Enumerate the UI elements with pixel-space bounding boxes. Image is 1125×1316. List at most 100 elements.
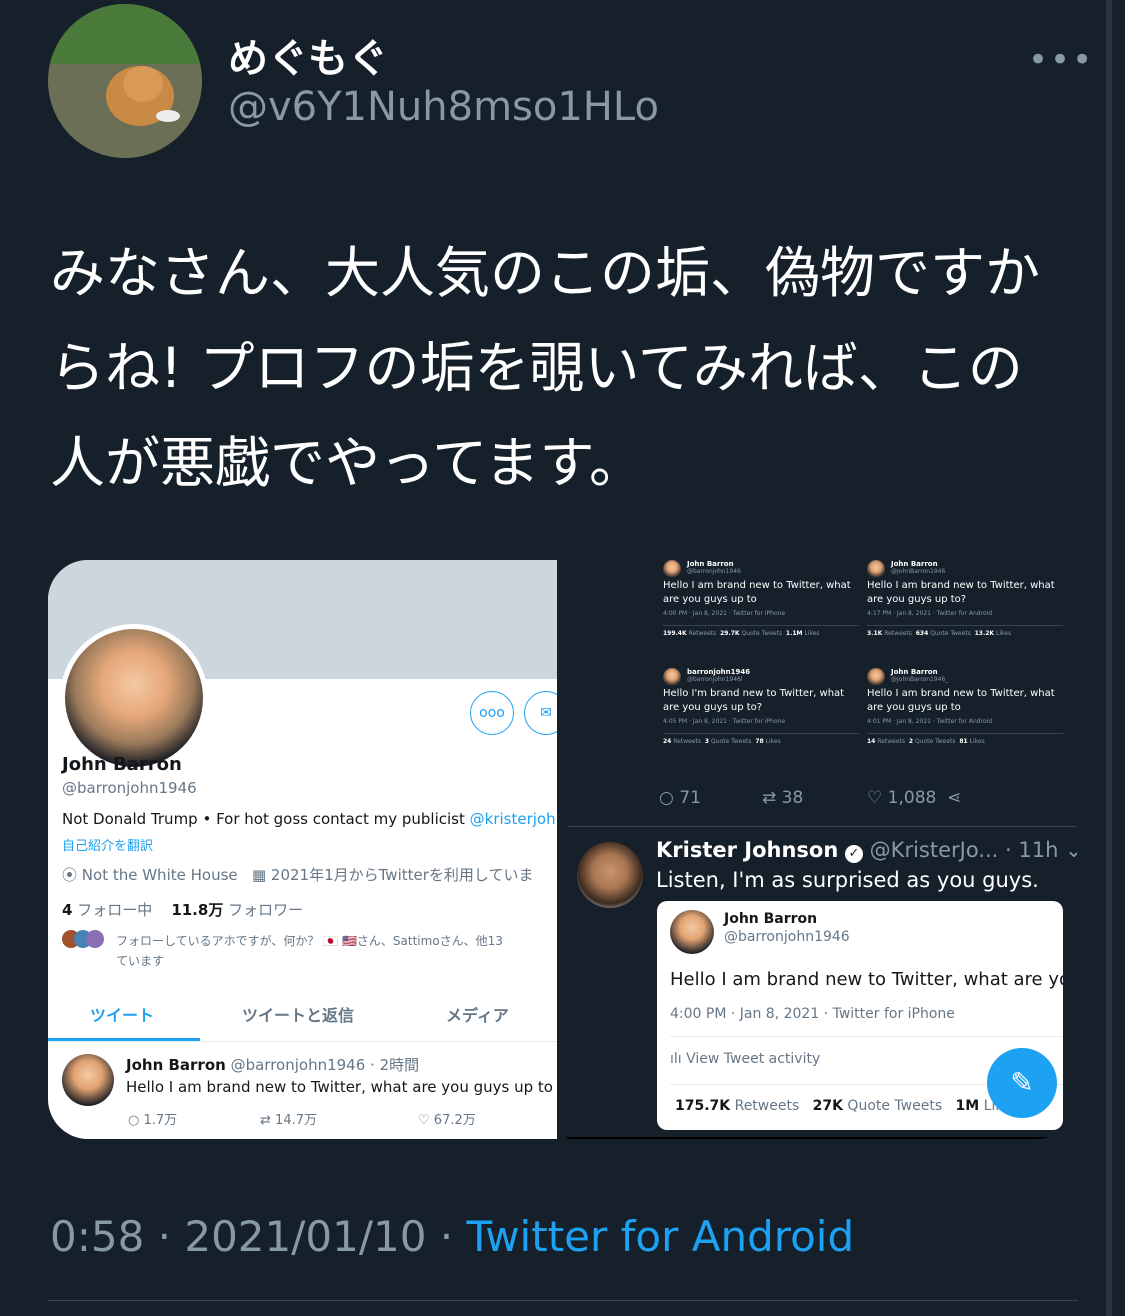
profile-handle: @barronjohn1946 [62,779,197,797]
krister-handle: @KristerJo... [869,838,999,862]
grid-meta: 4:17 PM · Jan 8, 2021 · Twitter for Andr… [867,610,993,617]
followed-by: フォローしているアホですが、何か？ 🇯🇵 🇺🇸さん、Sattimoさん、他13 [116,934,503,948]
reply-icon: ○ [659,788,674,808]
krister-text: Listen, I'm as surprised as you guys. [656,868,1039,892]
compose-tweet-icon: ✎ [987,1048,1057,1118]
grid-actions: ○ 71 [659,788,701,808]
grid-avatar [867,668,885,686]
retweet-count: 14.7万 [275,1113,317,1128]
reply-icon: ○ [128,1113,140,1128]
profile-bio-text: Not Donald Trump • For hot goss contact … [62,810,465,828]
author-avatar[interactable] [48,4,202,158]
tweet-avatar [62,1054,114,1106]
profile-tweet-text: Hello I am brand new to Twitter, what ar… [126,1078,553,1096]
following-label: フォロー中 [77,901,153,919]
location-icon: ⦿ [62,866,78,884]
tweet-author-handle: @barronjohn1946 · 2時間 [230,1056,420,1074]
grid-tweet-1: John Barron @barronjohn1946 Hello I am br… [663,560,859,637]
follower-avatars [62,930,106,948]
grid-text: Hello I am brand new to Twitter, what ar… [867,688,1055,713]
krister-avatar [577,842,643,908]
mail-icon: ✉ [524,691,557,735]
grid-meta: 4:05 PM · Jan 8, 2021 · Twitter for iPho… [663,718,786,725]
grid-stats: 199.4K Retweets 29.7K Quote Tweets 1.1M … [663,625,859,637]
grid-handle: @barronjohn1946 [687,568,741,575]
reply-count: 1.7万 [143,1113,178,1128]
krister-header: Krister Johnson ✓ @KristerJo... · 11h ⌄ [656,838,1077,863]
profile-bio: Not Donald Trump • For hot goss contact … [62,810,557,828]
reply-count: 71 [679,788,701,808]
cat-photo [48,4,202,158]
grid-meta: 4:00 PM · Jan 8, 2021 · Twitter for iPho… [663,610,786,617]
tweet-actions: ○ 1.7万 [128,1109,177,1128]
profile-screenshot-image[interactable]: ooo ✉ John Barron @barronjohn1946 Not Do… [48,560,557,1139]
followers-label: フォロワー [228,901,304,919]
grid-stats: 24 Retweets 3 Quote Tweets 78 Likes [663,733,859,745]
tweet-author-name: John Barron [126,1056,226,1074]
profile-name: John Barron [62,754,182,775]
bar-chart-icon: ılı [670,1051,682,1067]
chevron-down-icon: ⌄ [1065,838,1077,862]
tweet-footer: 0:58 · 2021/01/10 · Twitter for Android [50,1212,854,1261]
grid-handle: @JohnBarron1946_ [891,676,949,683]
divider [48,1300,1078,1301]
tweet-activity: ılı View Tweet activity [670,1051,820,1067]
divider [567,826,1077,827]
grid-meta: 4:01 PM · Jan 8, 2021 · Twitter for Andr… [867,718,993,725]
grid-tweet-4: John Barron @JohnBarron1946_ Hello I am b… [867,668,1063,745]
following-count: 4 [62,901,73,919]
quoted-avatar [670,910,714,954]
grid-avatar [867,560,885,578]
krister-time: · 11h [1005,838,1059,862]
tweet-source-link[interactable]: Twitter for Android [467,1212,855,1261]
grid-text: Hello I am brand new to Twitter, what ar… [663,580,851,605]
grid-stats: 3.1K Retweets 634 Quote Tweets 13.2K Lik… [867,625,1063,637]
activity-label: View Tweet activity [686,1051,821,1067]
heart-icon: ♡ [418,1113,430,1128]
more-options-icon[interactable]: ••• [1028,40,1094,80]
tab-tweets-replies: ツイートと返信 [242,1006,355,1025]
grid-text: Hello I am brand new to Twitter, what ar… [867,580,1055,605]
divider [48,1041,557,1042]
publicist-link: @kristerjohnsc [469,810,557,828]
tweet-text: みなさん、大人気のこの垢、偽物ですからね! プロフの垢を覗いてみれば、この人が悪… [50,241,1041,495]
profile-avatar [60,624,208,772]
retweet-count: 38 [781,788,804,808]
grid-tweet-2: John Barron @JohnBarron1946 Hello I am br… [867,560,1063,637]
scrollbar[interactable] [1106,0,1112,1316]
grid-text: Hello I'm brand new to Twitter, what are… [663,688,845,713]
grid-stats: 14 Retweets 2 Quote Tweets 81 Likes [867,733,1063,745]
author-handle[interactable]: @v6Y1Nuh8mso1HLo [228,84,659,130]
krister-screenshot-image[interactable]: John Barron @barronjohn1946 Hello I am br… [557,560,1077,1139]
retweet-group: ⇄ 14.7万 [260,1109,317,1128]
grid-like: ♡ 1,088 ⋖ [867,788,961,808]
grid-retweet: ⇄ 38 [762,788,803,808]
quoted-meta: 4:00 PM · Jan 8, 2021 · Twitter for iPho… [670,1006,955,1022]
followers-count: 11.8万 [171,901,224,919]
grid-name: John Barron [891,668,938,676]
heart-icon: ♡ [867,788,883,808]
grid-name: John Barron [687,560,734,568]
tweet-timestamp[interactable]: 0:58 · 2021/01/10 · [50,1212,467,1261]
author-name[interactable]: めぐもぐ [228,26,388,84]
follow-counts: 4 フォロー中 11.8万 フォロワー [62,899,303,920]
grid-avatar [663,668,681,686]
like-count: 1,088 [887,788,937,808]
divider [567,1137,1049,1139]
profile-joined: 2021年1月からTwitterを利用していま [270,866,534,884]
krister-name: Krister Johnson [656,838,839,862]
grid-handle: @JohnBarron1946 [891,568,946,575]
quoted-name: John Barron [724,911,818,927]
retweet-icon: ⇄ [762,788,777,808]
grid-tweet-3: barronjohn1946 @barronjohn1946l Hello I'm… [663,668,859,745]
tab-tweets: ツイート [90,1006,155,1025]
tweet-header: John Barron @barronjohn1946 · 2時間 [126,1054,419,1075]
quoted-handle: @barronjohn1946 [724,929,850,945]
share-icon: ⋖ [947,788,962,808]
translate-bio: 自己紹介を翻訳 [62,839,154,854]
calendar-icon: ▦ [251,866,267,884]
like-count: 67.2万 [433,1113,476,1128]
quoted-stats: 175.7K Retweets 27K Quote Tweets 1M Like… [675,1098,1019,1114]
profile-location: Not the White House [81,866,238,884]
grid-name: John Barron [891,560,938,568]
